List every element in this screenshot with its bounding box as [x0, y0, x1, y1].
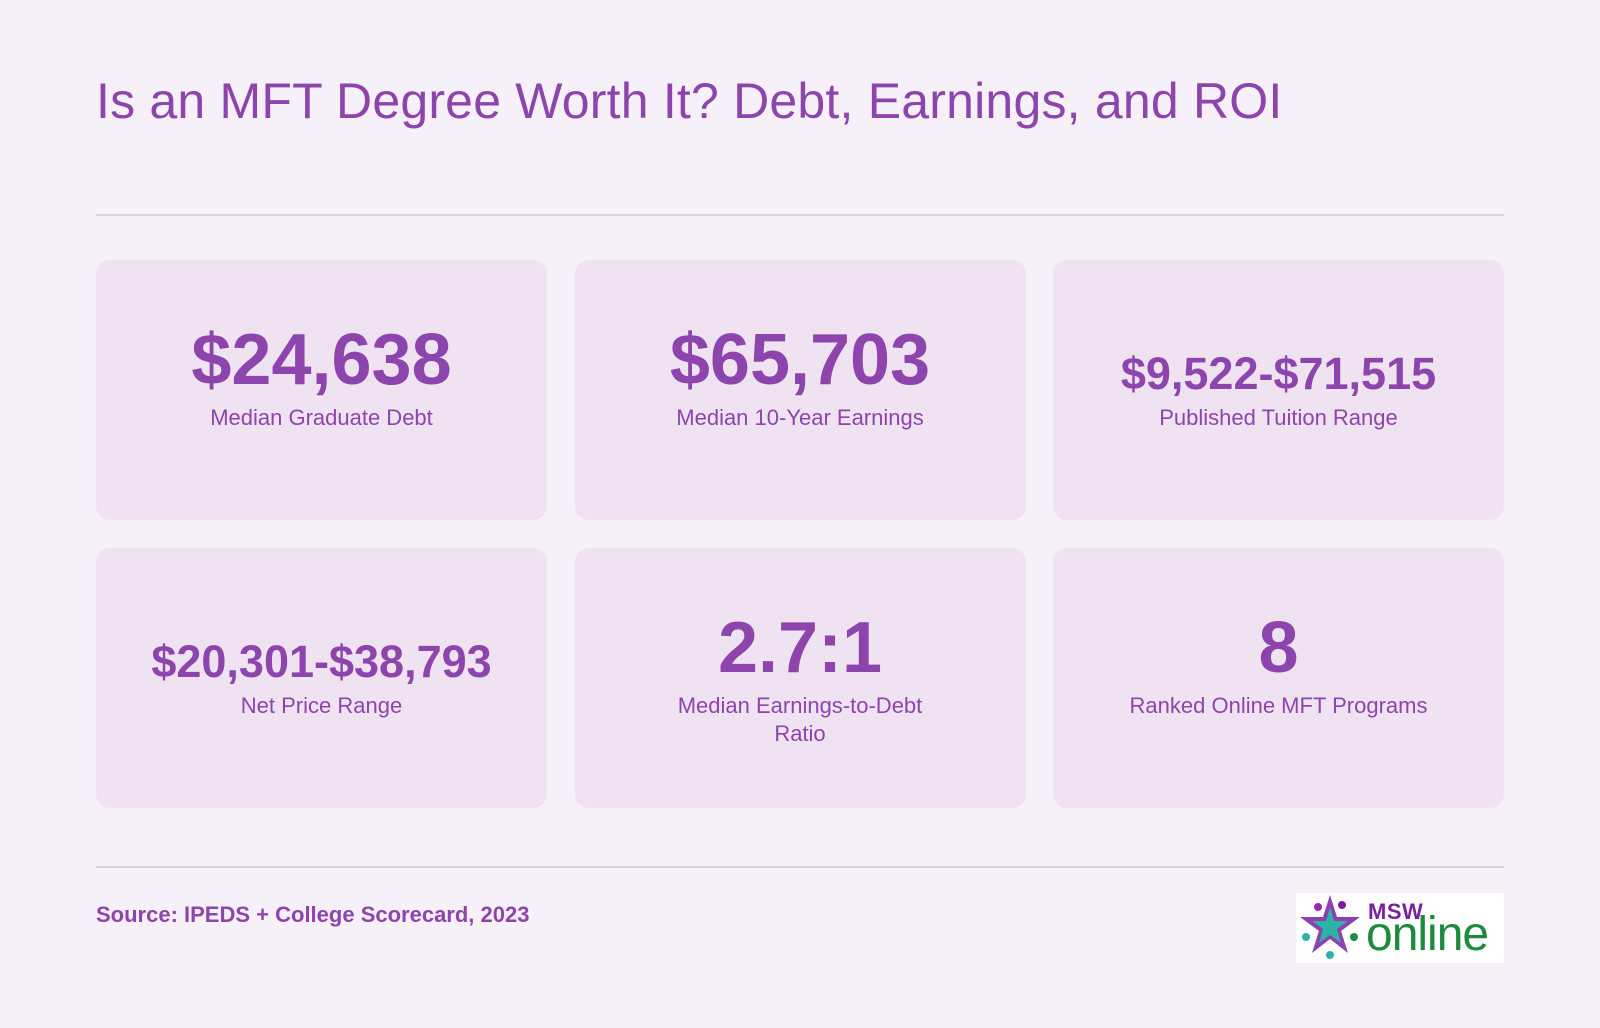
top-divider — [96, 214, 1504, 216]
stat-label: Median 10-Year Earnings — [676, 405, 924, 430]
msw-online-logo: MSW online — [1296, 893, 1504, 963]
stat-label: Median Graduate Debt — [210, 405, 433, 430]
stat-label: Published Tuition Range — [1159, 405, 1398, 430]
stat-value: $20,301-$38,793 — [151, 636, 492, 687]
source-note: Source: IPEDS + College Scorecard, 2023 — [96, 902, 530, 927]
page-title: Is an MFT Degree Worth It? Debt, Earning… — [96, 73, 1283, 129]
stat-card-tuition-range: $9,522-$71,515 Published Tuition Range — [1053, 260, 1504, 520]
stat-label: Median Earnings-to-Debt Ratio — [677, 693, 923, 746]
logo-online-text: online — [1366, 908, 1489, 961]
infographic-page: Is an MFT Degree Worth It? Debt, Earning… — [96, 0, 1504, 1028]
stat-value: 8 — [1258, 608, 1299, 688]
stat-value: $24,638 — [191, 320, 452, 400]
star-people-icon — [1300, 895, 1360, 959]
stat-label: Net Price Range — [240, 693, 403, 718]
stat-label: Ranked Online MFT Programs — [1129, 693, 1428, 718]
stat-card-earnings-debt-ratio: 2.7:1 Median Earnings-to-Debt Ratio — [574, 548, 1026, 808]
stat-value: $65,703 — [669, 320, 931, 400]
stats-grid: $24,638 Median Graduate Debt $65,703 Med… — [96, 260, 1504, 808]
bottom-divider — [96, 866, 1504, 868]
stat-card-median-debt: $24,638 Median Graduate Debt — [96, 260, 547, 520]
stat-value: 2.7:1 — [717, 608, 883, 688]
stat-card-ranked-programs: 8 Ranked Online MFT Programs — [1053, 548, 1504, 808]
stat-card-net-price: $20,301-$38,793 Net Price Range — [96, 548, 547, 808]
stat-value: $9,522-$71,515 — [1120, 348, 1437, 399]
stat-card-median-earnings: $65,703 Median 10-Year Earnings — [574, 260, 1026, 520]
